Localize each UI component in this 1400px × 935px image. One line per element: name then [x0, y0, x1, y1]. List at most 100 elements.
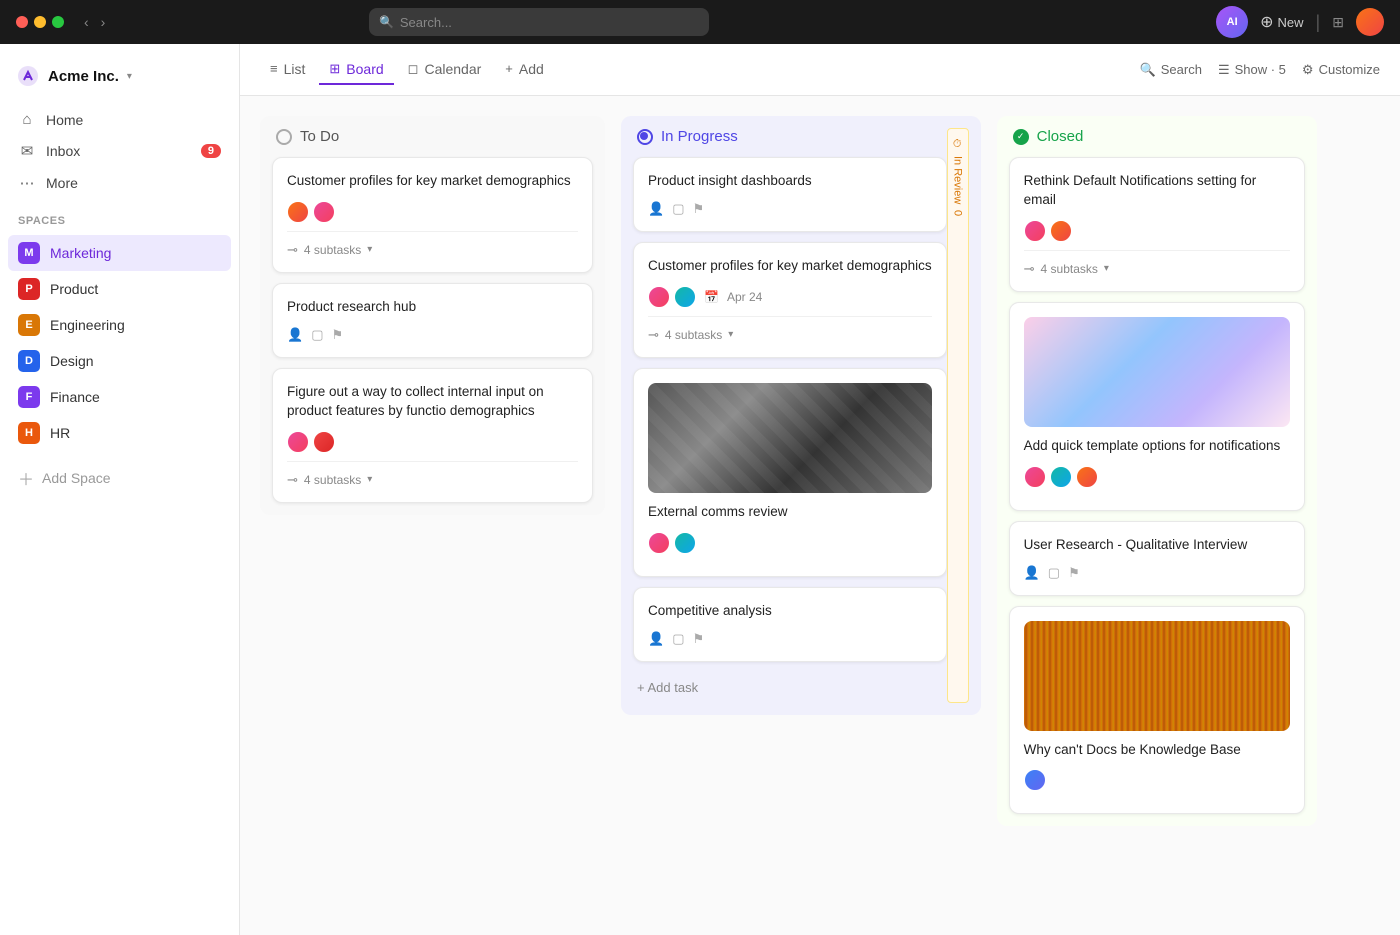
- card-avatars: [287, 201, 578, 223]
- avatar: [287, 431, 309, 453]
- date-icon: ▢: [672, 201, 684, 217]
- card-customer-profiles-todo: Customer profiles for key market demogra…: [272, 157, 593, 273]
- space-dot-product: P: [18, 278, 40, 300]
- spaces-label: Spaces: [8, 215, 231, 235]
- sidebar-item-home[interactable]: ⌂ Home: [8, 104, 231, 135]
- space-dot-marketing: M: [18, 242, 40, 264]
- sidebar-item-more[interactable]: ⋯ More: [8, 167, 231, 199]
- sidebar-item-product[interactable]: P Product: [8, 271, 231, 307]
- card-avatars: [648, 286, 696, 308]
- global-search-bar[interactable]: 🔍 Search...: [369, 8, 709, 36]
- tab-add[interactable]: + Add: [495, 55, 554, 85]
- column-inprogress-title: In Progress: [661, 128, 738, 145]
- card-avatars: [287, 431, 578, 453]
- card-avatars: [1024, 466, 1290, 488]
- user-avatar[interactable]: [1356, 8, 1384, 36]
- card-subtasks[interactable]: ⊸ 4 subtasks ▾: [648, 316, 932, 343]
- sidebar-item-inbox[interactable]: ✉ Inbox 9: [8, 135, 231, 167]
- card-product-insight: Product insight dashboards 👤 ▢ ⚑: [633, 157, 947, 232]
- plus-icon: ⊕: [1260, 12, 1273, 32]
- in-review-label[interactable]: ⏱ In Review 0: [947, 128, 969, 703]
- close-button[interactable]: [16, 16, 28, 28]
- inbox-badge: 9: [201, 144, 221, 158]
- top-bar: ‹ › 🔍 Search... AI ⊕ New | ⊞: [0, 0, 1400, 44]
- minimize-button[interactable]: [34, 16, 46, 28]
- new-button[interactable]: ⊕ New: [1260, 12, 1303, 32]
- board: To Do Customer profiles for key market d…: [240, 96, 1400, 935]
- avatar: [674, 532, 696, 554]
- column-closed: ✓ Closed Rethink Default Notifications s…: [997, 116, 1317, 826]
- show-action-icon: ☰: [1218, 62, 1230, 78]
- calendar-icon: 📅: [704, 290, 719, 304]
- space-dot-engineering: E: [18, 314, 40, 336]
- spaces-section: Spaces M Marketing P Product E Engineeri…: [0, 199, 239, 451]
- add-task-button[interactable]: + Add task: [633, 672, 947, 703]
- sidebar-item-label: Home: [46, 112, 83, 128]
- search-action[interactable]: 🔍 Search: [1140, 62, 1202, 78]
- sidebar-item-hr[interactable]: H HR: [8, 415, 231, 451]
- card-image-watercolor: [1024, 317, 1290, 427]
- avatar: [313, 201, 335, 223]
- grid-icon[interactable]: ⊞: [1332, 14, 1344, 31]
- date-icon: ▢: [1048, 565, 1060, 581]
- workspace-header[interactable]: Acme Inc. ▾: [0, 56, 239, 104]
- forward-button[interactable]: ›: [97, 12, 110, 32]
- traffic-lights: [16, 16, 64, 28]
- card-title: Product insight dashboards: [648, 172, 932, 191]
- workspace-name: Acme Inc.: [48, 68, 119, 85]
- show-action[interactable]: ☰ Show · 5: [1218, 62, 1286, 78]
- sidebar-item-design[interactable]: D Design: [8, 343, 231, 379]
- flag-icon: ⚑: [1068, 565, 1080, 581]
- list-icon: ≡: [270, 61, 278, 76]
- sidebar: Acme Inc. ▾ ⌂ Home ✉ Inbox 9 ⋯ More Spac…: [0, 44, 240, 935]
- card-subtasks[interactable]: ⊸ 4 subtasks ▾: [287, 461, 578, 488]
- column-closed-title: Closed: [1037, 128, 1084, 145]
- card-image-bw: [648, 383, 932, 493]
- assignee-icon: 👤: [648, 201, 664, 217]
- card-title: User Research - Qualitative Interview: [1024, 536, 1290, 555]
- card-title: Customer profiles for key market demogra…: [648, 257, 932, 276]
- more-icon: ⋯: [18, 174, 36, 192]
- closed-status-icon: ✓: [1013, 129, 1029, 145]
- space-label-finance: Finance: [50, 389, 100, 405]
- column-todo-title: To Do: [300, 128, 339, 145]
- closed-cards: Rethink Default Notifications setting fo…: [1009, 157, 1305, 814]
- sub-nav-tabs: ≡ List ⊞ Board ◻ Calendar + Add: [260, 55, 554, 85]
- inbox-icon: ✉: [18, 142, 36, 160]
- add-space-button[interactable]: ＋ Add Space: [8, 459, 231, 497]
- space-label-engineering: Engineering: [50, 317, 125, 333]
- sidebar-item-engineering[interactable]: E Engineering: [8, 307, 231, 343]
- assignee-icon: 👤: [1024, 565, 1040, 581]
- column-todo: To Do Customer profiles for key market d…: [260, 116, 605, 515]
- maximize-button[interactable]: [52, 16, 64, 28]
- main-layout: Acme Inc. ▾ ⌂ Home ✉ Inbox 9 ⋯ More Spac…: [0, 44, 1400, 935]
- todo-status-icon: [276, 129, 292, 145]
- customize-action[interactable]: ⚙ Customize: [1302, 62, 1380, 78]
- subtasks-icon: ⊸: [648, 327, 659, 343]
- sidebar-item-label: More: [46, 175, 78, 191]
- card-meta: 👤 ▢ ⚑: [648, 201, 932, 217]
- avatar: [1024, 220, 1046, 242]
- subtasks-icon: ⊸: [287, 472, 298, 488]
- date-icon: ▢: [311, 327, 323, 343]
- card-docs-knowledge: Why can't Docs be Knowledge Base: [1009, 606, 1305, 815]
- card-subtasks[interactable]: ⊸ 4 subtasks ▾: [1024, 250, 1290, 277]
- tab-board[interactable]: ⊞ Board: [319, 55, 393, 85]
- avatar: [1050, 466, 1072, 488]
- avatar: [674, 286, 696, 308]
- tab-list[interactable]: ≡ List: [260, 55, 315, 85]
- acme-logo: [16, 64, 40, 88]
- sidebar-item-finance[interactable]: F Finance: [8, 379, 231, 415]
- sidebar-item-marketing[interactable]: M Marketing: [8, 235, 231, 271]
- sub-nav-actions: 🔍 Search ☰ Show · 5 ⚙ Customize: [1140, 62, 1380, 78]
- subtasks-count: 4 subtasks: [665, 328, 722, 342]
- column-todo-header: To Do: [272, 128, 593, 157]
- ai-button[interactable]: AI: [1216, 6, 1248, 38]
- card-subtasks[interactable]: ⊸ 4 subtasks ▾: [287, 231, 578, 258]
- flag-icon: ⚑: [692, 631, 704, 647]
- flag-icon: ⚑: [692, 201, 704, 217]
- assignee-icon: 👤: [287, 327, 303, 343]
- back-button[interactable]: ‹: [80, 12, 93, 32]
- card-title: Product research hub: [287, 298, 578, 317]
- tab-calendar[interactable]: ◻ Calendar: [398, 55, 492, 85]
